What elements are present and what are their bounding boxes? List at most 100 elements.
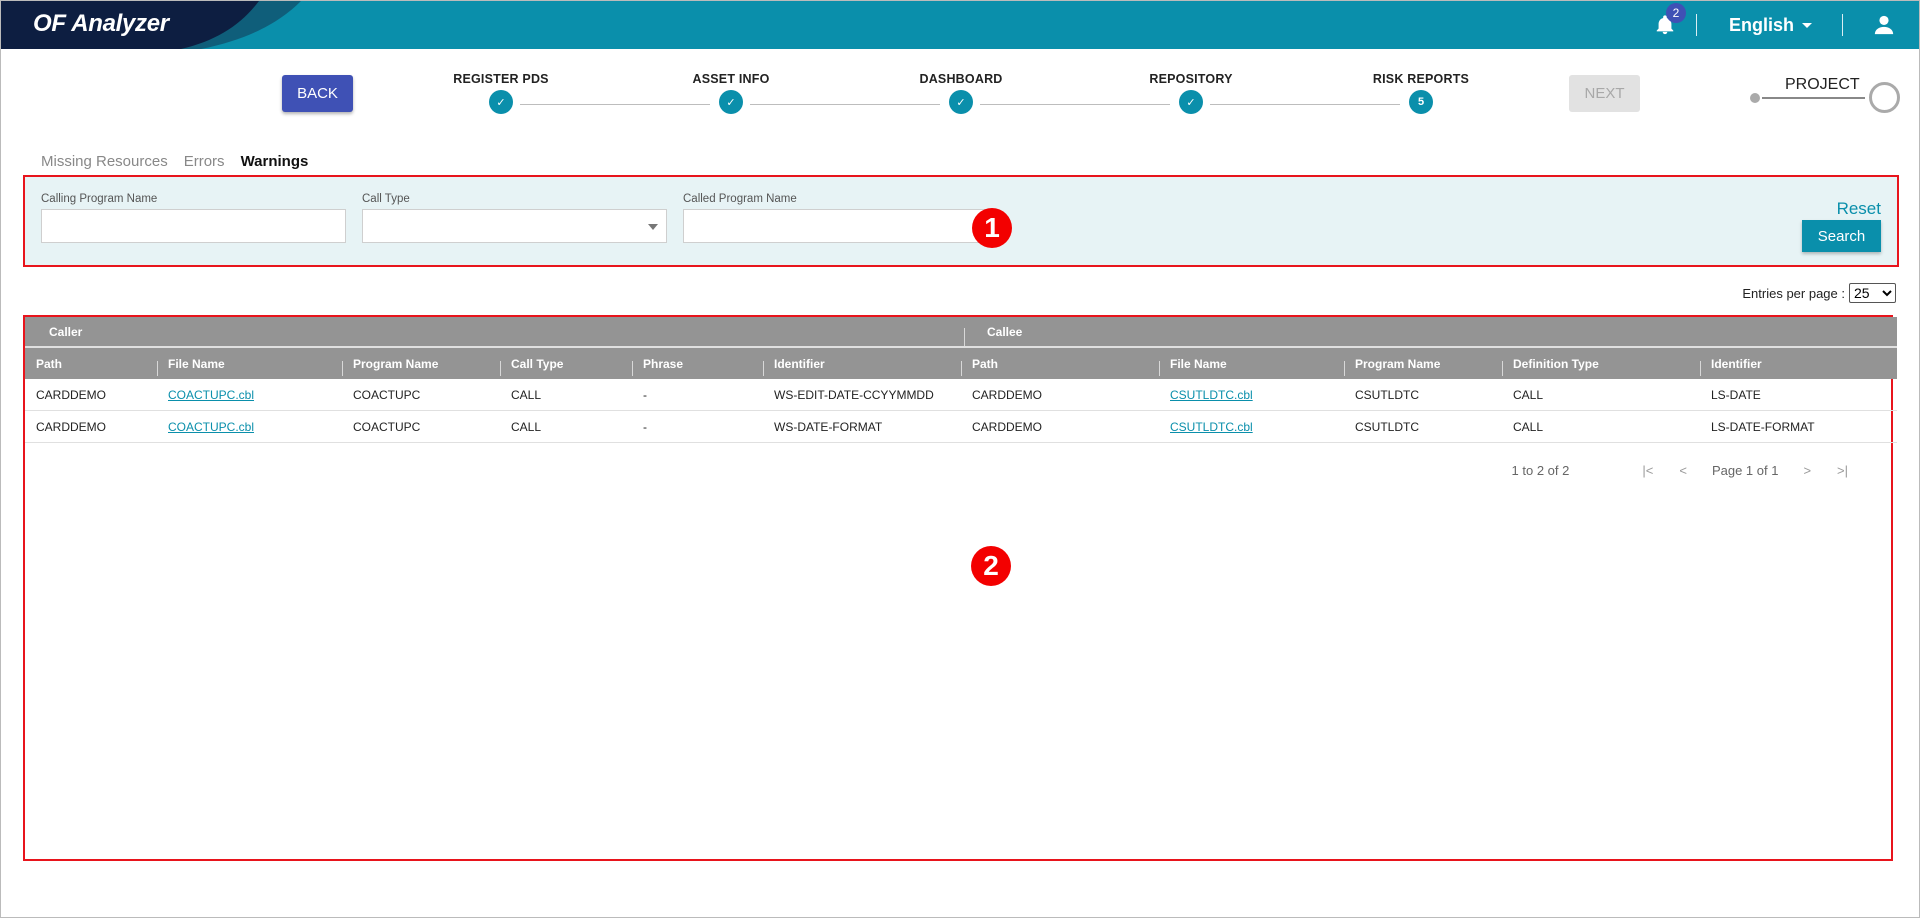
project-end-circle <box>1869 82 1900 113</box>
step-label: ASSET INFO <box>692 72 770 86</box>
notification-badge: 2 <box>1665 3 1686 23</box>
report-tabs: Missing Resources Errors Warnings <box>41 153 308 170</box>
cell-callee-path: CARDDEMO <box>972 419 1043 434</box>
called-program-label: Called Program Name <box>683 193 797 205</box>
tab-warnings[interactable]: Warnings <box>241 153 309 170</box>
filter-panel: Calling Program Name Call Type Called Pr… <box>23 175 1899 267</box>
user-icon <box>1874 15 1894 35</box>
tab-errors[interactable]: Errors <box>184 153 225 170</box>
step-asset-info[interactable]: ASSET INFO ✓ <box>661 72 801 114</box>
col-callee-program-name[interactable]: Program Name <box>1344 348 1502 379</box>
header-divider <box>1695 14 1697 36</box>
cell-callee-path: CARDDEMO <box>972 387 1043 402</box>
chevron-down-icon <box>1802 22 1812 28</box>
step-label: DASHBOARD <box>919 72 1003 86</box>
next-button[interactable]: NEXT <box>1569 75 1640 112</box>
header-divider <box>1842 14 1843 36</box>
next-page-icon[interactable]: > <box>1803 463 1811 478</box>
call-type-select[interactable] <box>362 209 667 243</box>
col-caller-path[interactable]: Path <box>25 348 157 379</box>
dropdown-arrow-icon <box>648 224 658 230</box>
step-register-pds[interactable]: REGISTER PDS ✓ <box>431 72 571 114</box>
notifications-button[interactable]: 2 <box>1654 3 1686 36</box>
calling-program-input[interactable] <box>41 209 346 243</box>
col-phrase[interactable]: Phrase <box>632 348 763 379</box>
calling-program-field: Calling Program Name <box>41 193 346 243</box>
col-callee-identifier[interactable]: Identifier <box>1700 348 1897 379</box>
cell-phrase: - <box>643 419 647 434</box>
annotation-marker-2: 2 <box>971 546 1011 586</box>
step-repository[interactable]: REPOSITORY ✓ <box>1121 72 1261 114</box>
group-callee: Callee <box>987 325 1023 339</box>
user-menu-button[interactable] <box>1873 14 1895 36</box>
step-number: 5 <box>1409 90 1433 114</box>
check-icon: ✓ <box>489 90 513 114</box>
col-definition-type[interactable]: Definition Type <box>1502 348 1700 379</box>
annotation-marker-1: 1 <box>972 208 1012 248</box>
caller-file-link[interactable]: COACTUPC.cbl <box>168 420 254 434</box>
language-dropdown[interactable]: English <box>1729 15 1812 36</box>
check-icon: ✓ <box>1179 90 1203 114</box>
caller-file-link[interactable]: COACTUPC.cbl <box>168 388 254 402</box>
step-risk-reports[interactable]: RISK REPORTS 5 <box>1351 72 1491 114</box>
col-caller-program-name[interactable]: Program Name <box>342 348 500 379</box>
cell-callee-program: CSUTLDTC <box>1355 387 1420 402</box>
cell-callee-identifier: LS-DATE-FORMAT <box>1711 419 1815 434</box>
col-caller-file-name[interactable]: File Name <box>157 348 342 379</box>
tab-missing-resources[interactable]: Missing Resources <box>41 153 168 170</box>
check-icon: ✓ <box>949 90 973 114</box>
col-caller-identifier[interactable]: Identifier <box>763 348 961 379</box>
cell-call-type: CALL <box>511 387 542 402</box>
first-page-icon[interactable]: |< <box>1642 463 1653 478</box>
call-type-label: Call Type <box>362 193 410 205</box>
group-divider <box>964 328 965 346</box>
cell-definition-type: CALL <box>1513 387 1544 402</box>
entries-select[interactable]: 25 <box>1849 283 1896 303</box>
table-row: CARDDEMO COACTUPC.cbl COACTUPC CALL - WS… <box>25 379 1897 411</box>
calling-program-label: Calling Program Name <box>41 193 158 205</box>
warnings-table-region: Caller Callee Path File Name Program Nam… <box>23 315 1897 861</box>
search-button[interactable]: Search <box>1802 220 1881 252</box>
back-button[interactable]: BACK <box>282 75 353 112</box>
cell-caller-program: COACTUPC <box>353 387 421 402</box>
step-label: RISK REPORTS <box>1372 72 1470 86</box>
last-page-icon[interactable]: >| <box>1837 463 1848 478</box>
callee-file-link[interactable]: CSUTLDTC.cbl <box>1170 420 1253 434</box>
callee-file-link[interactable]: CSUTLDTC.cbl <box>1170 388 1253 402</box>
project-start-dot <box>1750 93 1760 103</box>
entries-label: Entries per page : <box>1742 285 1845 301</box>
cell-callee-program: CSUTLDTC <box>1355 419 1420 434</box>
top-header: OF Analyzer 2 English <box>1 1 1919 49</box>
column-header-row: Path File Name Program Name Call Type Ph… <box>25 348 1897 379</box>
step-dashboard[interactable]: DASHBOARD ✓ <box>891 72 1031 114</box>
group-header-row: Caller Callee <box>25 317 1897 348</box>
cell-definition-type: CALL <box>1513 419 1544 434</box>
col-callee-path[interactable]: Path <box>961 348 1159 379</box>
project-label: PROJECT <box>1785 76 1860 93</box>
table-row: CARDDEMO COACTUPC.cbl COACTUPC CALL - WS… <box>25 411 1897 443</box>
step-label: REPOSITORY <box>1149 72 1233 86</box>
row-count: 1 to 2 of 2 <box>1511 463 1570 478</box>
called-program-input[interactable] <box>683 209 988 243</box>
col-callee-file-name[interactable]: File Name <box>1159 348 1344 379</box>
app-logo: OF Analyzer <box>33 10 169 37</box>
page-info: Page 1 of 1 <box>1711 463 1779 478</box>
reset-link[interactable]: Reset <box>1837 199 1881 219</box>
pagination: 1 to 2 of 2 |< < Page 1 of 1 > >| <box>1512 463 1861 478</box>
cell-caller-path: CARDDEMO <box>36 387 107 402</box>
cell-caller-program: COACTUPC <box>353 419 421 434</box>
cell-caller-identifier: WS-EDIT-DATE-CCYYMMDD <box>774 387 934 402</box>
cell-phrase: - <box>643 387 647 402</box>
prev-page-icon[interactable]: < <box>1679 463 1687 478</box>
group-caller: Caller <box>49 325 83 339</box>
called-program-field: Called Program Name <box>683 193 988 243</box>
check-icon: ✓ <box>719 90 743 114</box>
cell-caller-path: CARDDEMO <box>36 419 107 434</box>
cell-callee-identifier: LS-DATE <box>1711 387 1761 402</box>
cell-caller-identifier: WS-DATE-FORMAT <box>774 419 883 434</box>
call-type-field: Call Type <box>362 193 667 243</box>
col-call-type[interactable]: Call Type <box>500 348 632 379</box>
project-indicator: PROJECT <box>1750 76 1908 116</box>
cell-call-type: CALL <box>511 419 542 434</box>
language-label: English <box>1728 14 1794 35</box>
